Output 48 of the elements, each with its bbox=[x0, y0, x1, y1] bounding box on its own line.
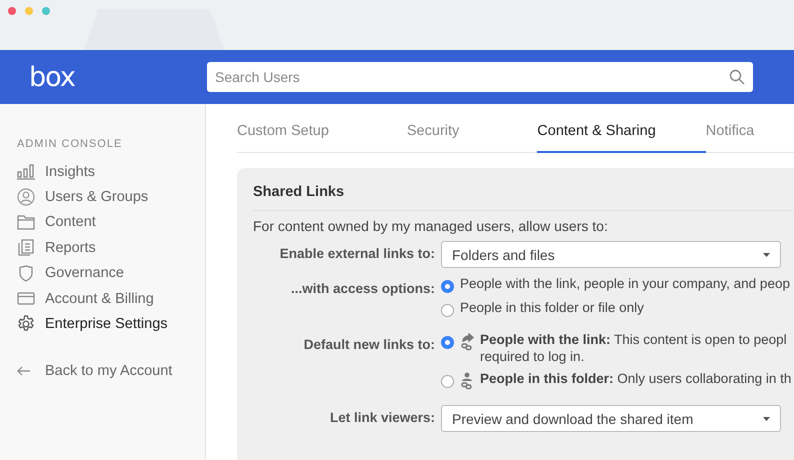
radio-button[interactable] bbox=[441, 304, 454, 317]
shield-icon bbox=[17, 264, 35, 282]
back-link[interactable]: Back to my Account bbox=[17, 362, 205, 379]
tab[interactable]: Notifica bbox=[706, 123, 754, 153]
search-field[interactable]: Search Users bbox=[207, 62, 753, 92]
maximize-window-dot[interactable] bbox=[42, 7, 50, 15]
sidebar-item[interactable]: Insights bbox=[17, 159, 205, 184]
sidebar-heading: ADMIN CONSOLE bbox=[17, 138, 124, 150]
dropdown[interactable]: Folders and files bbox=[441, 241, 781, 268]
folder-icon bbox=[17, 214, 35, 230]
logo: box bbox=[29, 62, 76, 92]
bar-chart-icon bbox=[17, 164, 35, 180]
tab[interactable]: Custom Setup bbox=[237, 123, 329, 153]
radio-button[interactable] bbox=[441, 375, 454, 388]
option-text: People with the link, people in your company, and peop bbox=[460, 276, 790, 291]
document-icon bbox=[17, 239, 35, 256]
sidebar-item[interactable]: Reports bbox=[17, 235, 205, 261]
field-label: ...with access options: bbox=[290, 280, 435, 298]
credit-card-icon bbox=[17, 292, 35, 306]
share-link-icon bbox=[460, 333, 474, 351]
tab[interactable]: Security bbox=[406, 123, 460, 153]
sidebar-item[interactable]: Governance bbox=[17, 260, 205, 286]
option-text: People with the link: This content is open to peopl bbox=[480, 332, 787, 347]
minimize-window-dot[interactable] bbox=[25, 7, 33, 15]
sidebar-item[interactable]: Account & Billing bbox=[17, 286, 205, 312]
settings-icon bbox=[17, 315, 35, 334]
option-text: required to log in. bbox=[480, 349, 586, 364]
user-icon bbox=[17, 188, 35, 206]
section-title: Shared Links bbox=[253, 184, 794, 211]
sidebar-item[interactable]: Users & Groups bbox=[17, 184, 205, 210]
field-label: Let link viewers: bbox=[328, 409, 435, 427]
sidebar-item[interactable]: Enterprise Settings bbox=[17, 311, 205, 337]
person-link-icon bbox=[460, 372, 474, 390]
search-icon bbox=[729, 69, 745, 85]
close-window-dot[interactable] bbox=[8, 7, 16, 15]
option-text: People in this folder or file only bbox=[460, 300, 644, 315]
option-text: People in this folder: Only users collaborating in th bbox=[480, 371, 792, 386]
field-label: Enable external links to: bbox=[278, 245, 435, 263]
dropdown[interactable]: Preview and download the shared item bbox=[441, 405, 781, 432]
radio-button[interactable] bbox=[441, 336, 454, 349]
radio-button[interactable] bbox=[441, 280, 454, 293]
caret-icon bbox=[763, 416, 770, 420]
sidebar-item[interactable]: Content bbox=[17, 210, 205, 236]
back-arrow-icon bbox=[17, 366, 31, 376]
caret-icon bbox=[763, 252, 770, 256]
field-label: Default new links to: bbox=[302, 336, 435, 354]
tab[interactable]: Content & Sharing bbox=[537, 123, 706, 153]
section-description: For content owned by my managed users, allow users to: bbox=[253, 218, 609, 234]
